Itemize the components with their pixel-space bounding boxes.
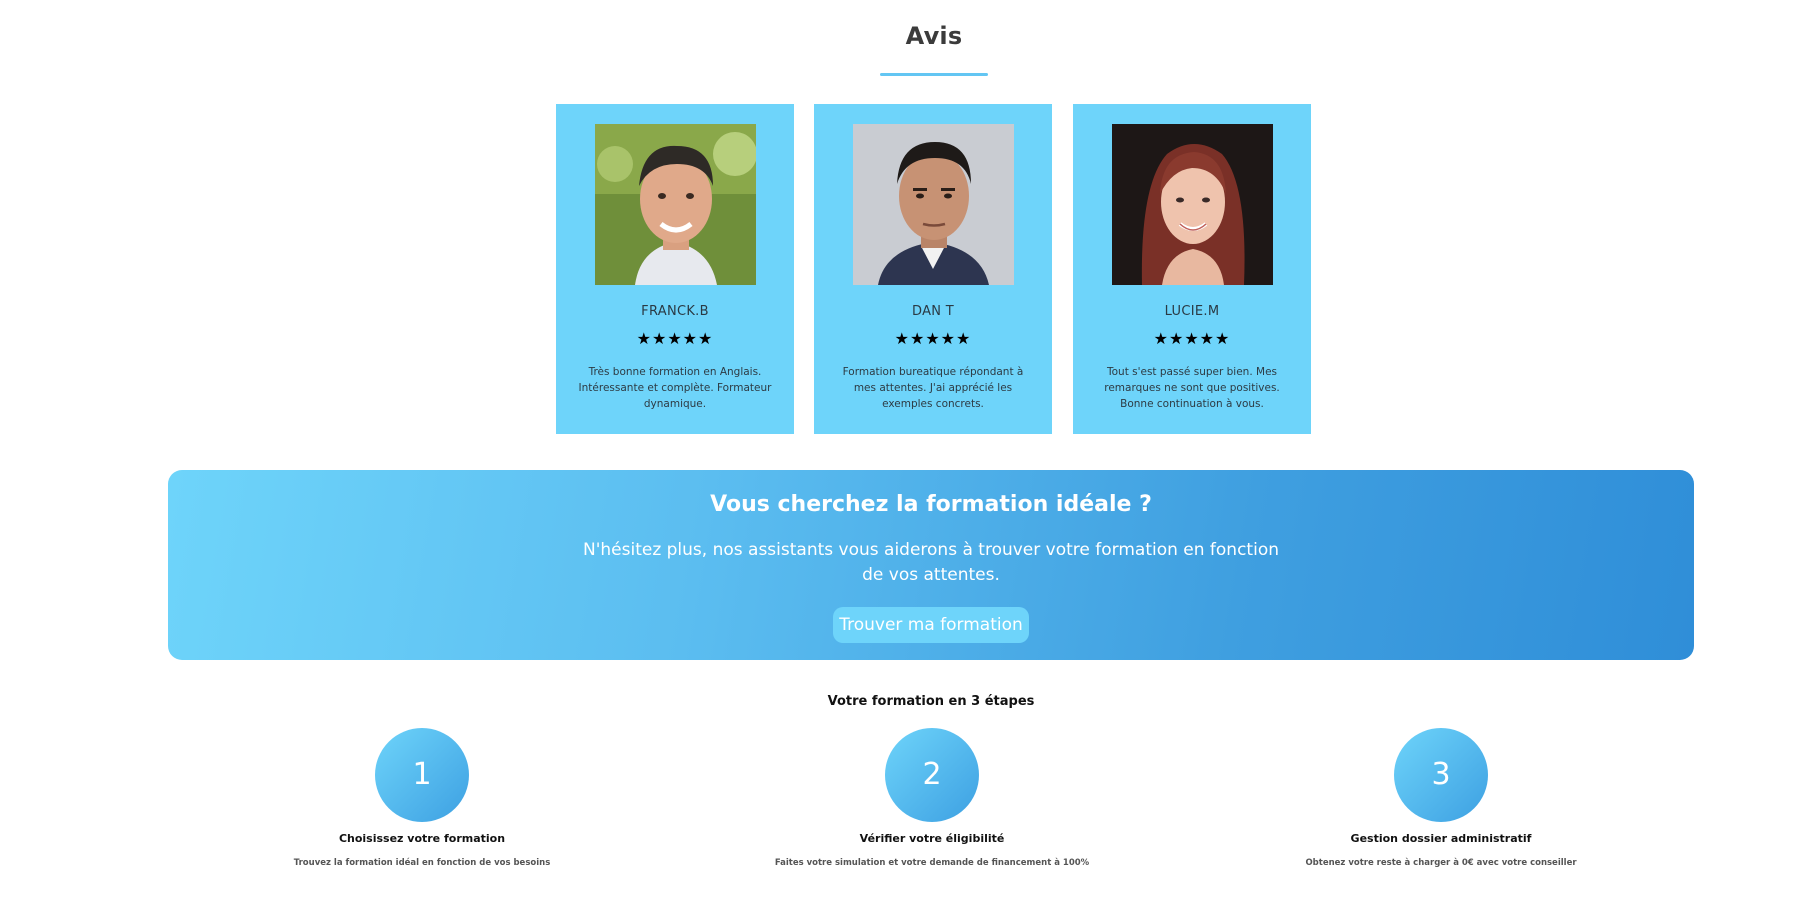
rating-stars: ★★★★★ xyxy=(1153,329,1231,348)
step-description: Faites votre simulation et votre demande… xyxy=(774,858,1090,868)
reviewer-name: FRANCK.B xyxy=(641,304,709,319)
review-cards: FRANCK.B ★★★★★ Très bonne formation en A… xyxy=(556,104,1316,434)
avatar xyxy=(1112,124,1273,285)
reviewer-name: DAN T xyxy=(912,304,954,319)
step-number-circle: 2 xyxy=(885,728,979,822)
rating-stars: ★★★★★ xyxy=(894,329,972,348)
review-card: LUCIE.M ★★★★★ Tout s'est passé super bie… xyxy=(1073,104,1311,434)
review-text: Formation bureatique répondant à mes att… xyxy=(842,366,1024,410)
step-heading: Gestion dossier administratif xyxy=(1350,832,1532,845)
rating-stars: ★★★★★ xyxy=(636,329,714,348)
review-text: Très bonne formation en Anglais. Intéres… xyxy=(578,366,772,410)
avatar xyxy=(853,124,1014,285)
find-training-button[interactable]: Trouver ma formation xyxy=(833,607,1029,643)
step-number-circle: 3 xyxy=(1394,728,1488,822)
step-description: Trouvez la formation idéal en fonction d… xyxy=(293,858,551,868)
page: Avis FRANCK.B ★★★★★ Très bonne formation… xyxy=(0,0,1820,906)
reviews-title: Avis xyxy=(905,22,963,50)
step-description: Obtenez votre reste à charger à 0€ avec … xyxy=(1305,858,1577,868)
review-text: Tout s'est passé super bien. Mes remarqu… xyxy=(1104,366,1280,410)
step-heading: Choisissez votre formation xyxy=(338,832,506,845)
review-card: DAN T ★★★★★ Formation bureatique réponda… xyxy=(814,104,1052,434)
step-number-circle: 1 xyxy=(375,728,469,822)
steps-title: Votre formation en 3 étapes xyxy=(827,694,1035,709)
cta-title: Vous cherchez la formation idéale ? xyxy=(710,492,1152,517)
cta-text: N'hésitez plus, nos assistants vous aide… xyxy=(582,540,1279,585)
step-heading: Vérifier votre éligibilité xyxy=(859,832,1005,845)
title-underline xyxy=(880,73,988,76)
reviewer-name: LUCIE.M xyxy=(1164,304,1220,319)
cta-banner: Vous cherchez la formation idéale ? N'hé… xyxy=(168,470,1694,660)
review-card: FRANCK.B ★★★★★ Très bonne formation en A… xyxy=(556,104,794,434)
avatar xyxy=(595,124,756,285)
